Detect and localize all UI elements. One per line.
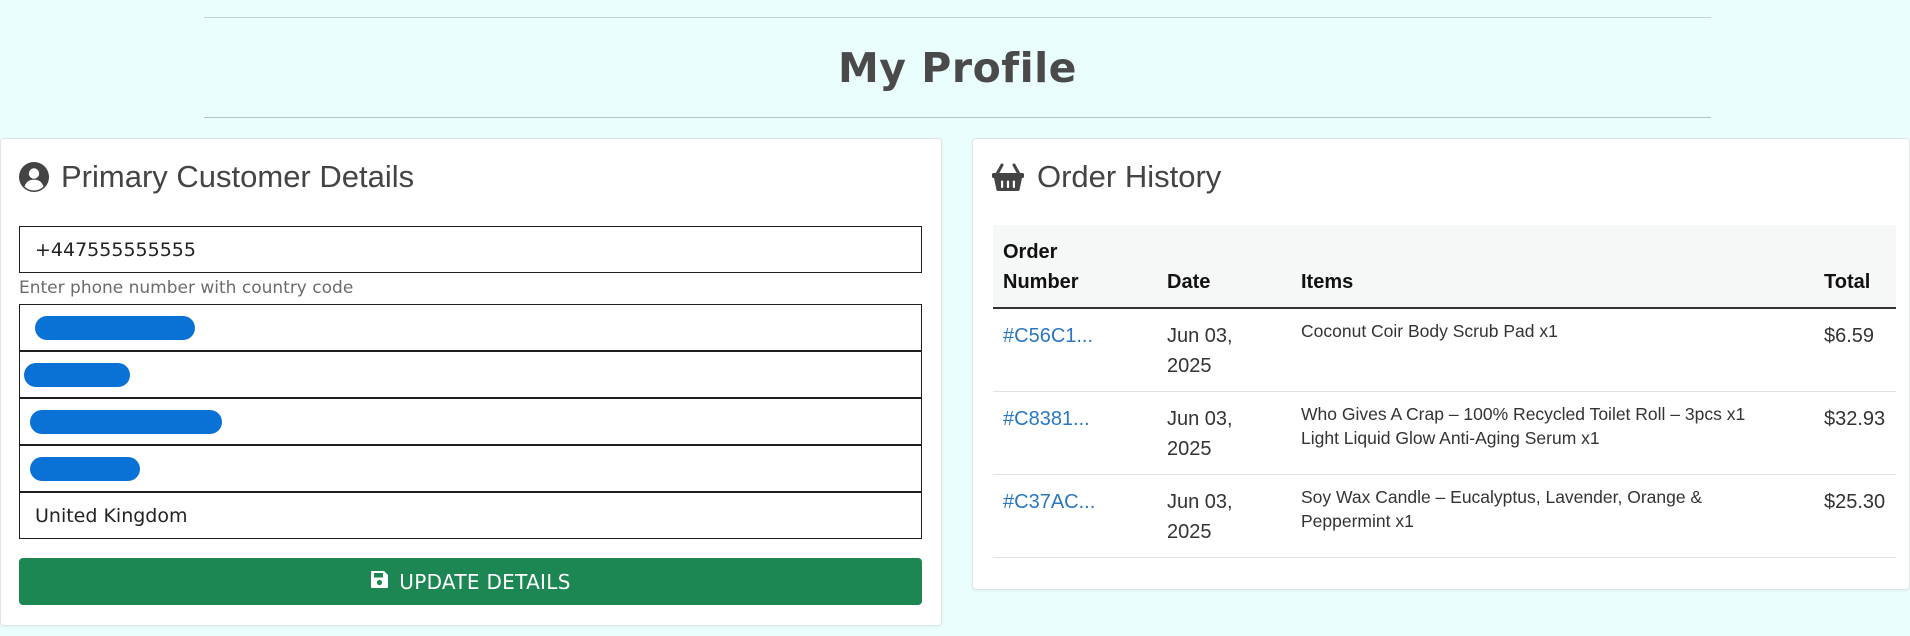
order-date: Jun 03, 2025 <box>1157 474 1291 558</box>
order-number-link[interactable]: #C56C1... <box>1003 325 1093 347</box>
table-row: #C56C1... Jun 03, 2025 Coconut Coir Body… <box>993 308 1896 392</box>
order-date: Jun 03, 2025 <box>1157 391 1291 475</box>
postcode-field[interactable] <box>19 445 922 492</box>
order-date: Jun 03, 2025 <box>1157 308 1291 392</box>
save-disk-icon <box>370 570 389 594</box>
order-total: $32.93 <box>1814 391 1896 475</box>
order-history-card: Order History Order Number Date Items To… <box>972 138 1910 590</box>
order-date-line2: 2025 <box>1167 521 1212 543</box>
customer-form: +447555555555 Enter phone number with co… <box>19 226 922 539</box>
order-total: $25.30 <box>1814 474 1896 558</box>
order-items: Soy Wax Candle – Eucalyptus, Lavender, O… <box>1291 474 1814 558</box>
column-header-items: Items <box>1291 225 1814 309</box>
order-date-line2: 2025 <box>1167 355 1212 377</box>
page-header: My Profile <box>204 17 1711 118</box>
address-line-2-field[interactable] <box>19 351 922 398</box>
user-circle-icon <box>19 162 49 192</box>
order-total: $6.59 <box>1814 308 1896 392</box>
customer-details-card: Primary Customer Details +447555555555 E… <box>0 138 942 626</box>
update-details-label: UPDATE DETAILS <box>399 569 571 594</box>
phone-value: +447555555555 <box>35 238 196 261</box>
address-line-1-field[interactable] <box>19 304 922 351</box>
column-header-order-line2: Number <box>1003 271 1079 293</box>
order-number-link[interactable]: #C37AC... <box>1003 491 1095 513</box>
city-field[interactable] <box>19 398 922 445</box>
order-history-heading: Order History <box>991 159 1221 195</box>
redaction-mark <box>24 362 130 387</box>
order-items: Coconut Coir Body Scrub Pad x1 <box>1291 308 1814 392</box>
redaction-mark <box>30 409 222 434</box>
redaction-mark <box>35 315 195 340</box>
customer-details-heading: Primary Customer Details <box>19 159 414 195</box>
order-history-table: Order Number Date Items Total #C56C1... … <box>993 225 1896 558</box>
column-header-date: Date <box>1157 225 1291 309</box>
column-header-order-line1: Order <box>1003 241 1058 263</box>
redaction-mark <box>30 456 140 481</box>
order-items: Who Gives A Crap – 100% Recycled Toilet … <box>1291 391 1814 475</box>
phone-hint: Enter phone number with country code <box>19 278 354 298</box>
country-value: United Kingdom <box>35 504 188 527</box>
customer-details-title: Primary Customer Details <box>61 159 415 194</box>
shopping-basket-icon <box>991 162 1025 192</box>
phone-field[interactable]: +447555555555 <box>19 226 922 273</box>
order-date-line1: Jun 03, <box>1167 325 1233 347</box>
column-header-total: Total <box>1814 225 1896 309</box>
page-title: My Profile <box>838 43 1077 92</box>
update-details-button[interactable]: UPDATE DETAILS <box>19 558 922 605</box>
order-item: Who Gives A Crap – 100% Recycled Toilet … <box>1301 404 1746 424</box>
order-item: Coconut Coir Body Scrub Pad x1 <box>1301 321 1558 341</box>
order-date-line1: Jun 03, <box>1167 408 1233 430</box>
country-field[interactable]: United Kingdom <box>19 492 922 539</box>
order-item: Peppermint x1 <box>1301 511 1414 531</box>
order-number-link[interactable]: #C8381... <box>1003 408 1090 430</box>
order-item: Light Liquid Glow Anti-Aging Serum x1 <box>1301 428 1600 448</box>
order-item: Soy Wax Candle – Eucalyptus, Lavender, O… <box>1301 487 1703 507</box>
order-history-title: Order History <box>1037 159 1222 194</box>
column-header-order-number: Order Number <box>993 225 1157 309</box>
order-date-line1: Jun 03, <box>1167 491 1233 513</box>
order-date-line2: 2025 <box>1167 438 1212 460</box>
table-header-row: Order Number Date Items Total <box>993 225 1896 309</box>
table-row: #C37AC... Jun 03, 2025 Soy Wax Candle – … <box>993 474 1896 558</box>
table-row: #C8381... Jun 03, 2025 Who Gives A Crap … <box>993 391 1896 475</box>
